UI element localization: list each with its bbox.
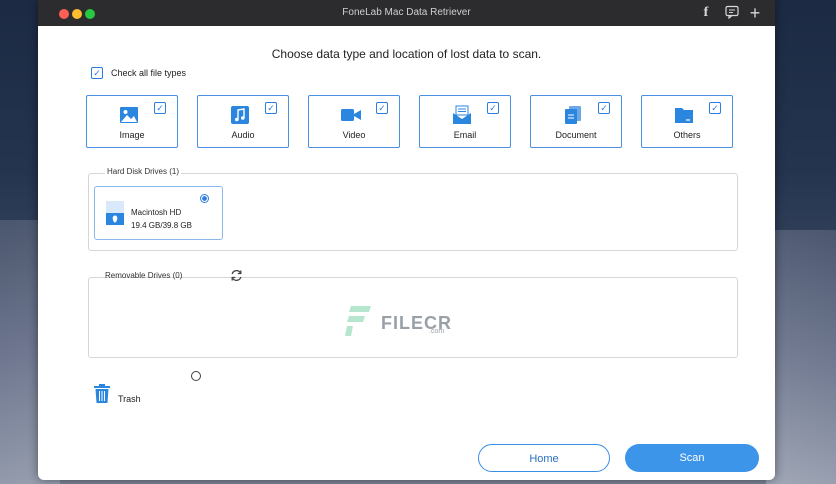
file-type-audio[interactable]: ✓ Audio bbox=[197, 95, 289, 148]
document-icon bbox=[565, 106, 581, 124]
checkbox-checked-icon: ✓ bbox=[709, 102, 721, 114]
removable-drives-title: Removable Drives (0) bbox=[105, 271, 183, 280]
watermark-subtext: .com bbox=[429, 328, 445, 335]
file-type-label: Video bbox=[342, 130, 366, 140]
file-type-email[interactable]: ✓ Email bbox=[419, 95, 511, 148]
envelope-icon bbox=[453, 105, 471, 124]
title-bar: FoneLab Mac Data Retriever f + bbox=[38, 0, 775, 26]
feedback-icon[interactable] bbox=[724, 5, 740, 21]
image-icon bbox=[120, 107, 138, 123]
file-type-label: Document bbox=[555, 130, 597, 140]
checkbox-checked-icon: ✓ bbox=[265, 102, 277, 114]
refresh-icon[interactable] bbox=[230, 269, 243, 282]
home-button[interactable]: Home bbox=[478, 444, 610, 472]
music-note-icon bbox=[231, 106, 249, 124]
check-all-checkbox[interactable]: ✓ Check all file types bbox=[91, 67, 186, 79]
file-type-label: Others bbox=[673, 130, 701, 140]
checkbox-checked-icon: ✓ bbox=[376, 102, 388, 114]
drive-size: 19.4 GB/39.8 GB bbox=[131, 221, 192, 230]
video-camera-icon bbox=[341, 109, 361, 121]
file-type-label: Audio bbox=[231, 130, 255, 140]
drive-card-macintosh-hd[interactable]: Macintosh HD 19.4 GB/39.8 GB bbox=[94, 186, 223, 240]
trash-icon bbox=[94, 384, 110, 403]
desktop-background-right bbox=[766, 230, 836, 484]
file-type-label: Image bbox=[119, 130, 145, 140]
file-type-others[interactable]: ✓ Others bbox=[641, 95, 733, 148]
facebook-icon[interactable]: f bbox=[700, 5, 712, 21]
page-heading: Choose data type and location of lost da… bbox=[271, 47, 542, 61]
trash-label: Trash bbox=[118, 394, 141, 404]
checkbox-checked-icon: ✓ bbox=[154, 102, 166, 114]
folder-icon bbox=[675, 108, 693, 123]
checkbox-checked-icon: ✓ bbox=[598, 102, 610, 114]
app-window: FoneLab Mac Data Retriever f + Choose da… bbox=[38, 0, 775, 480]
scan-button[interactable]: Scan bbox=[625, 444, 759, 472]
drive-name: Macintosh HD bbox=[131, 208, 182, 217]
file-type-label: Email bbox=[453, 130, 477, 140]
file-type-video[interactable]: ✓ Video bbox=[308, 95, 400, 148]
watermark-logo-icon bbox=[345, 306, 371, 336]
window-title: FoneLab Mac Data Retriever bbox=[342, 7, 471, 18]
file-type-document[interactable]: ✓ Document bbox=[530, 95, 622, 148]
file-type-image[interactable]: ✓ Image bbox=[86, 95, 178, 148]
drive-radio-selected[interactable] bbox=[200, 194, 209, 203]
hard-disk-title: Hard Disk Drives (1) bbox=[105, 167, 182, 176]
check-all-label: Check all file types bbox=[111, 68, 187, 78]
checkbox-checked-icon: ✓ bbox=[487, 102, 499, 114]
plus-icon[interactable]: + bbox=[748, 4, 762, 22]
hard-drive-icon bbox=[106, 201, 124, 225]
checkbox-checked-icon: ✓ bbox=[91, 67, 103, 79]
trash-radio[interactable] bbox=[191, 371, 201, 381]
